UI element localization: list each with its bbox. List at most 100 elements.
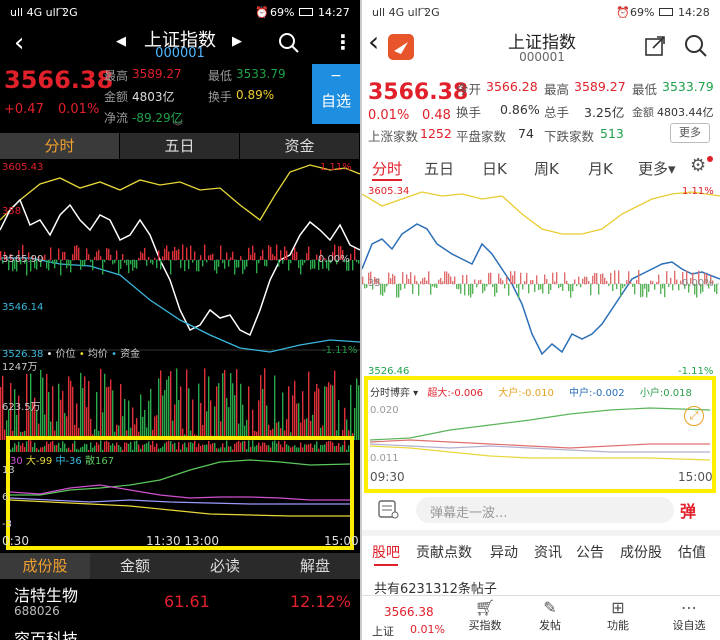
tab-capital[interactable]: 资金	[240, 133, 360, 159]
tab-contribution[interactable]: 贡献点数	[416, 542, 472, 562]
bar	[270, 447, 272, 452]
bar	[312, 447, 314, 452]
back-icon[interactable]: ‹	[368, 28, 379, 56]
bar	[320, 444, 322, 452]
bar	[238, 440, 240, 452]
bar	[112, 390, 114, 440]
intraday-chart[interactable]	[362, 184, 720, 376]
back-icon[interactable]: ‹	[14, 30, 24, 56]
bar	[234, 395, 236, 440]
bar	[202, 444, 204, 452]
bar	[110, 254, 112, 260]
prev-index-icon[interactable]: ◀	[116, 34, 126, 49]
bar	[634, 284, 636, 295]
tab-announcement[interactable]: 公告	[576, 542, 604, 562]
bar	[106, 387, 108, 440]
bar	[56, 260, 58, 263]
tab-valuation[interactable]: 估值	[678, 542, 706, 562]
bar	[266, 445, 268, 452]
more-menu-icon[interactable]: ⋮	[333, 30, 353, 54]
bar	[102, 260, 104, 275]
bar	[568, 284, 570, 292]
bar	[252, 245, 254, 260]
bar	[136, 440, 138, 452]
search-icon[interactable]	[684, 34, 708, 58]
chart-top-left: 3605.43	[2, 162, 44, 173]
tab-five-day[interactable]: 五日	[424, 158, 454, 179]
bar	[288, 260, 290, 271]
tab-amount[interactable]: 金额	[90, 553, 180, 579]
settings-gear-icon[interactable]: ⚙	[690, 155, 706, 176]
tab-intraday[interactable]: 分时	[0, 133, 120, 159]
nav-buy-label: 买指数	[468, 619, 502, 632]
mid-value: -0.002	[592, 388, 625, 399]
bar	[536, 275, 538, 284]
danmu-send-button[interactable]: 弹	[680, 498, 696, 522]
share-icon[interactable]	[644, 35, 666, 57]
nav-function[interactable]: ⊞ 功能	[598, 598, 638, 633]
tab-movement[interactable]: 异动	[490, 542, 518, 562]
bar	[234, 260, 236, 275]
tab-forum[interactable]: 股吧	[372, 542, 400, 562]
fund-x-mid: 11:30 13:00	[146, 534, 219, 548]
nav-post-label: 发帖	[539, 619, 561, 632]
bar	[384, 284, 386, 293]
tab-must-read[interactable]: 必读	[180, 553, 270, 579]
bar	[58, 442, 60, 452]
bar	[130, 260, 132, 265]
nav-post[interactable]: ✎ 发帖	[530, 598, 570, 633]
bar	[598, 284, 600, 295]
bar	[60, 260, 62, 276]
nav-add-watchlist[interactable]: ⋯ 设自选	[664, 598, 714, 633]
big-line	[10, 484, 350, 501]
bar	[642, 284, 644, 297]
danmu-list-icon[interactable]	[378, 500, 400, 520]
intraday-chart[interactable]	[0, 160, 360, 440]
tab-day-k[interactable]: 日K	[482, 158, 507, 179]
danmu-input[interactable]: 弹幕走一波...	[416, 497, 674, 523]
bar	[658, 274, 660, 284]
nav-buy-index[interactable]: 🛒︎ 买指数	[462, 598, 508, 633]
bar	[160, 448, 162, 452]
bar	[262, 442, 264, 452]
bar	[540, 284, 542, 290]
expand-chevron-icon[interactable]: ︾	[173, 118, 183, 133]
stock-name[interactable]: 容百科技	[14, 626, 78, 640]
bar	[230, 446, 232, 452]
bar	[318, 388, 320, 440]
search-icon[interactable]	[278, 32, 300, 54]
tab-constituents[interactable]: 成份股	[620, 542, 662, 562]
next-index-icon[interactable]: ▶	[232, 34, 242, 49]
bar	[192, 443, 194, 452]
fund-game-dropdown[interactable]: 分时博弈 ▾	[370, 388, 418, 399]
tab-month-k[interactable]: 月K	[588, 158, 613, 179]
bar	[592, 275, 594, 284]
tab-analysis[interactable]: 解盘	[270, 553, 360, 579]
list-item[interactable]: 洁特生物 688026 61.61 12.12%	[0, 580, 360, 624]
tab-constituents[interactable]: 成份股	[0, 553, 90, 579]
fund-game-chart[interactable]	[370, 400, 710, 466]
tab-five-day[interactable]: 五日	[120, 133, 240, 159]
bar	[96, 251, 98, 260]
bar	[280, 444, 282, 452]
tab-more[interactable]: 更多▾	[638, 158, 676, 179]
bar	[288, 386, 290, 440]
tab-week-k[interactable]: 周K	[534, 158, 559, 179]
bar	[206, 260, 208, 263]
bar	[232, 383, 234, 440]
tab-intraday[interactable]: 分时	[372, 158, 402, 179]
bar	[224, 260, 226, 269]
bar	[232, 449, 234, 452]
turnover-label: 换手	[456, 105, 482, 120]
bar	[632, 284, 634, 287]
tab-news[interactable]: 资讯	[534, 542, 562, 562]
bar	[428, 271, 430, 284]
bar	[310, 443, 312, 452]
bar	[534, 284, 536, 293]
bar	[576, 284, 578, 287]
add-watchlist-button[interactable]: − 自选	[312, 64, 360, 124]
bar	[304, 444, 306, 452]
nav-quote-card[interactable]: 3566.38 上证 0.01%	[366, 599, 446, 639]
expand-chart-icon[interactable]: ⤢	[684, 406, 704, 426]
more-button[interactable]: 更多	[670, 123, 710, 143]
